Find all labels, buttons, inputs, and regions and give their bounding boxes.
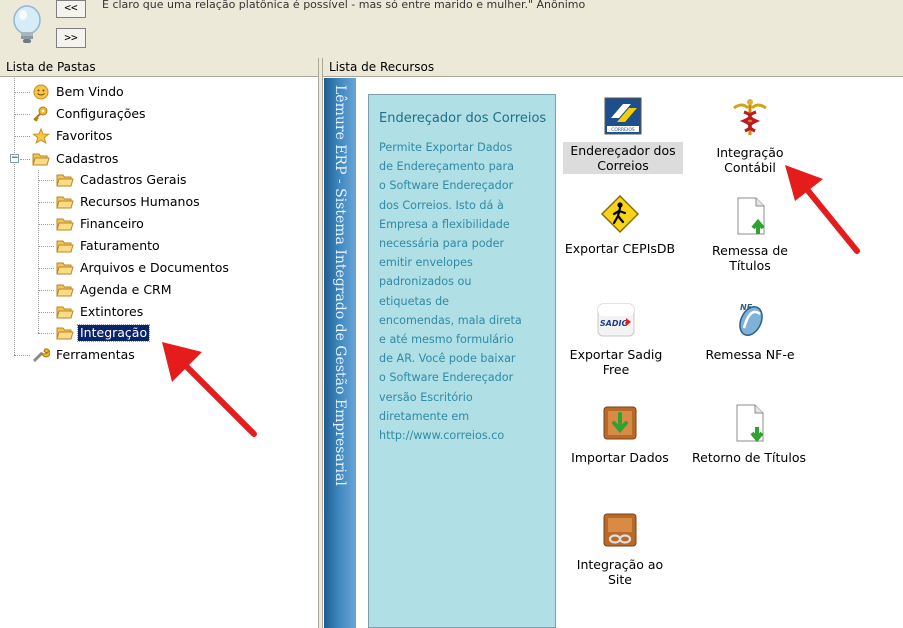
smiley-icon <box>33 84 49 100</box>
folder-icon <box>56 306 74 319</box>
next-quote-button[interactable]: >> <box>56 28 86 48</box>
resource-exportar-cepisdb[interactable]: Exportar CEPIsDB <box>560 194 680 257</box>
tree-connector <box>38 224 54 225</box>
resource-integracao-site[interactable]: Integração ao Site <box>560 510 680 588</box>
tree-item-label: Configurações <box>56 106 146 121</box>
tree-item-arquivos-documentos[interactable]: Arquivos e Documentos <box>56 258 231 278</box>
tree-item-label: Financeiro <box>80 216 144 231</box>
resource-label: Exportar CEPIsDB <box>564 241 676 256</box>
accounting-caduceus-icon <box>733 99 767 135</box>
arrow-annotation-icon <box>785 165 860 254</box>
tree-item-label: Favoritos <box>56 128 113 143</box>
tree-item-label: Recursos Humanos <box>80 194 200 209</box>
pedestrian-sign-icon <box>600 194 640 234</box>
star-icon <box>32 128 50 144</box>
collapse-toggle[interactable]: − <box>10 154 19 163</box>
resource-description-panel: Endereçador dos Correios Permite Exporta… <box>368 94 556 628</box>
resource-label: Retorno de Títulos <box>692 450 806 465</box>
previous-quote-button[interactable]: << <box>56 0 86 18</box>
tree-connector <box>14 136 30 137</box>
folder-open-icon <box>56 327 74 340</box>
banner-text: Lêmure ERP - Sistema Integrado de Gestão… <box>332 85 348 486</box>
tree-connector <box>38 170 39 333</box>
document-upload-icon <box>737 197 765 235</box>
resource-list-header: Lista de Recursos <box>323 58 903 77</box>
nfe-badge: NF <box>740 303 753 312</box>
folder-open-icon <box>32 153 50 166</box>
document-download-icon <box>736 404 764 443</box>
tree-item-recursos-humanos[interactable]: Recursos Humanos <box>56 192 202 212</box>
tree-item-financeiro[interactable]: Financeiro <box>56 214 146 234</box>
tree-item-label: Agenda e CRM <box>80 282 172 297</box>
quote-text: É claro que uma relação platônica é poss… <box>102 0 586 11</box>
tree-item-label: Extintores <box>80 304 144 319</box>
description-body: Permite Exportar Dados de Endereçamento … <box>379 141 522 443</box>
description-title: Endereçador dos Correios <box>379 111 547 126</box>
tree-connector <box>14 78 15 355</box>
key-icon <box>33 106 48 122</box>
resource-remessa-nfe[interactable]: NF Remessa NF-e <box>690 300 810 363</box>
folder-icon <box>56 262 74 275</box>
tree-item-bem-vindo[interactable]: Bem Vindo <box>32 82 126 102</box>
resource-retorno-titulos[interactable]: Retorno de Títulos <box>689 403 809 466</box>
tree-item-label: Faturamento <box>80 238 160 253</box>
tree-item-cadastros-gerais[interactable]: Cadastros Gerais <box>56 170 189 190</box>
tree-connector <box>38 180 54 181</box>
tree-item-ferramentas[interactable]: Ferramentas <box>32 345 137 365</box>
tree-item-label: Ferramentas <box>56 347 135 362</box>
panel-splitter[interactable] <box>318 58 323 628</box>
tree-connector <box>14 355 30 356</box>
folder-icon <box>56 196 74 209</box>
tree-connector <box>38 290 54 291</box>
resource-label: Endereçador dos Correios <box>563 142 683 174</box>
tree-connector <box>38 312 54 313</box>
tree-connector <box>38 202 54 203</box>
tree-item-label: Cadastros <box>56 151 119 166</box>
tree-connector <box>14 114 30 115</box>
tree-connector <box>38 268 54 269</box>
svg-text:CORREIOS: CORREIOS <box>611 127 635 133</box>
tree-connector <box>20 159 30 160</box>
tree-item-label: Cadastros Gerais <box>80 172 187 187</box>
tree-connector <box>38 246 54 247</box>
resource-exportar-sadig[interactable]: SADIG Exportar Sadig Free <box>556 300 676 378</box>
folder-icon <box>56 174 74 187</box>
folder-icon <box>56 284 74 297</box>
folder-icon <box>56 240 74 253</box>
tree-item-configuracoes[interactable]: Configurações <box>32 104 148 124</box>
resource-label: Importar Dados <box>571 450 669 465</box>
top-toolbar: << >> É claro que uma relação platônica … <box>0 0 903 58</box>
folder-icon <box>56 218 74 231</box>
resource-label: Remessa NF-e <box>705 347 795 362</box>
tree-item-faturamento[interactable]: Faturamento <box>56 236 162 256</box>
sadig-icon: SADIG <box>597 303 635 337</box>
wrench-icon <box>32 348 50 363</box>
import-box-icon <box>603 406 637 440</box>
resource-enderecador-correios[interactable]: CORREIOS Endereçador dos Correios <box>563 96 683 174</box>
tree-connector <box>14 92 30 93</box>
tree-item-agenda-crm[interactable]: Agenda e CRM <box>56 280 174 300</box>
arrow-annotation-icon <box>162 342 257 437</box>
folder-list-header: Lista de Pastas <box>0 58 318 77</box>
sadig-badge: SADIG <box>600 319 629 328</box>
tree-item-label: Arquivos e Documentos <box>80 260 229 275</box>
tree-item-label: Bem Vindo <box>56 84 124 99</box>
resource-importar-dados[interactable]: Importar Dados <box>560 403 680 466</box>
correios-icon: CORREIOS <box>604 97 642 135</box>
tree-item-integracao[interactable]: Integração <box>56 323 151 343</box>
tree-item-favoritos[interactable]: Favoritos <box>32 126 114 146</box>
resource-label: Exportar Sadig Free <box>569 347 663 377</box>
link-box-icon <box>603 513 637 547</box>
nfe-icon: NF <box>739 303 763 336</box>
tree-item-label: Integração <box>76 324 151 342</box>
resource-label: Integração ao Site <box>576 557 664 587</box>
tree-item-extintores[interactable]: Extintores <box>56 302 145 322</box>
tree-connector <box>38 333 54 334</box>
tree-item-cadastros[interactable]: Cadastros <box>32 149 120 169</box>
lightbulb-icon <box>13 5 41 43</box>
